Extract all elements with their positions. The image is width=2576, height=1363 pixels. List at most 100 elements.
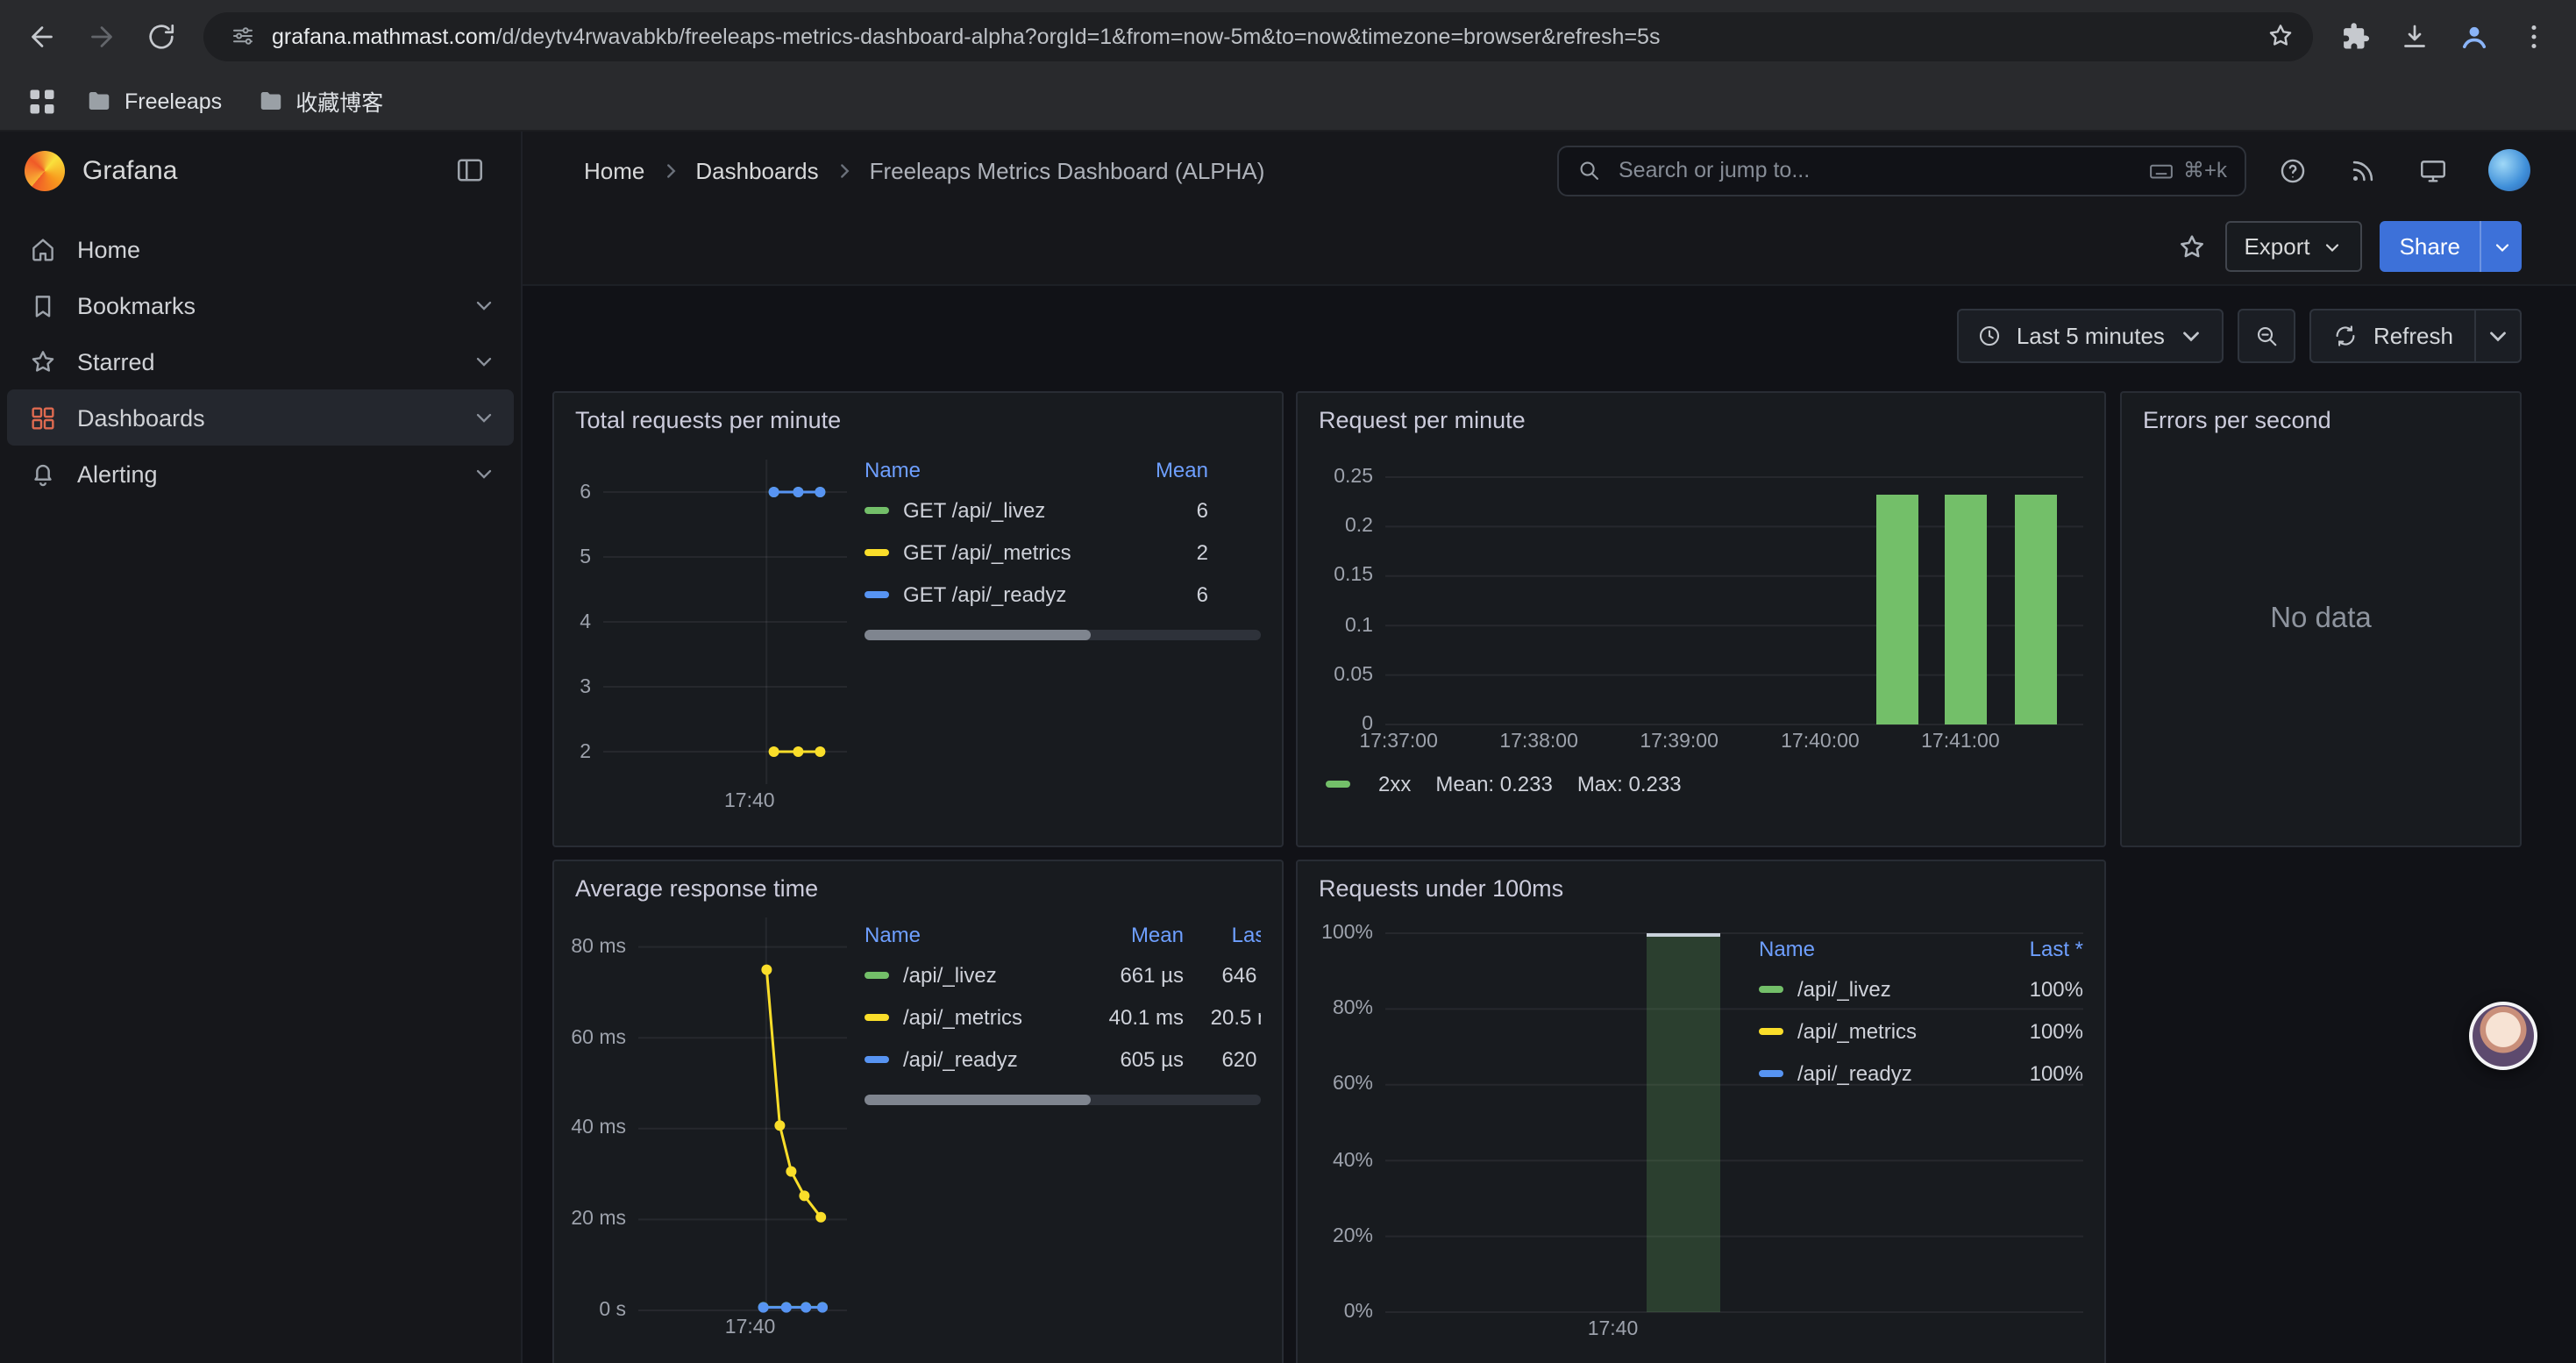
legend-header-name[interactable]: Name [865,458,1114,482]
reload-button[interactable] [133,8,189,64]
back-icon [26,20,58,52]
legend-row[interactable]: GET /api/_readyz 6 [865,574,1261,616]
search-icon [1576,158,1601,182]
legend-header-last[interactable]: Last * [1184,923,1261,947]
breadcrumb: Home Dashboards Freeleaps Metrics Dashbo… [584,157,1264,183]
dashboard-canvas: Last 5 minutes Refresh [523,286,2576,1363]
refresh-interval-button[interactable] [2476,309,2522,363]
legend-row[interactable]: /api/_livez 661 µs 646 µs [865,954,1261,996]
sidebar-item-label: Alerting [77,460,158,487]
chevron-down-icon [2323,236,2344,257]
series-last: 100% [1996,977,2083,1002]
sidebar-item-home[interactable]: Home [7,221,514,277]
panel-total-requests-per-minute: Total requests per minute 65432 17:40 Na… [552,391,1284,847]
legend-scrollbar[interactable] [865,630,1261,640]
bookmark-star-icon[interactable] [2266,21,2295,51]
panel-title[interactable]: Errors per second [2122,393,2520,433]
bar [1647,933,1720,1312]
legend-row[interactable]: /api/_metrics 40.1 ms 20.5 ms [865,996,1261,1038]
legend-row[interactable]: /api/_livez 100% [1759,968,2083,1010]
chevron-down-icon [472,349,496,374]
search-box[interactable]: ⌘+k [1557,145,2246,196]
refresh-group: Refresh [2310,309,2522,363]
series-name: /api/_metrics [903,1005,1071,1030]
y-axis-tick: 80 ms [571,937,626,958]
apps-grid-button[interactable] [18,76,67,125]
reload-icon [146,20,177,52]
url-bar[interactable]: grafana.mathmast.com/d/deytv4rwavabkb/fr… [203,11,2313,61]
help-button[interactable] [2278,155,2308,185]
y-axis-tick: 20 ms [571,1209,626,1230]
legend-row[interactable]: /api/_readyz 100% [1759,1053,2083,1095]
panel-title[interactable]: Total requests per minute [554,393,1282,433]
time-range-label: Last 5 minutes [2017,323,2165,349]
breadcrumb-home[interactable]: Home [584,157,644,183]
breadcrumb-dashboards[interactable]: Dashboards [695,157,818,183]
browser-menu-button[interactable] [2506,8,2562,64]
series-last: 100% [1996,1061,2083,1086]
panel-title[interactable]: Request per minute [1298,393,2104,433]
y-axis-tick: 0.25 [1334,467,1373,488]
legend-item[interactable]: 2xx [1326,772,1411,796]
scrollbar-thumb[interactable] [865,630,1091,640]
profile-button[interactable] [2446,8,2502,64]
star-icon [2175,231,2207,262]
forward-button[interactable] [74,8,130,64]
search-input[interactable] [1615,156,2134,184]
series-name: /api/_readyz [1797,1061,1996,1086]
back-button[interactable] [14,8,70,64]
scrollbar-thumb[interactable] [865,1095,1091,1105]
series-color-swatch [865,507,889,514]
floating-avatar-widget[interactable] [2469,1002,2537,1070]
grafana-logo-icon[interactable] [25,150,65,190]
time-range-picker[interactable]: Last 5 minutes [1957,309,2224,363]
downloads-button[interactable] [2387,8,2443,64]
favorite-dashboard-button[interactable] [2175,231,2207,262]
bookmark-folder-freeleaps[interactable]: Freeleaps [70,81,238,121]
bookmark-folder-blogs[interactable]: 收藏博客 [241,77,399,125]
legend-header-row: Name Last * [1759,930,2083,968]
share-menu-button[interactable] [2480,221,2522,272]
sidebar-item-bookmarks[interactable]: Bookmarks [7,277,514,333]
legend-scrollbar[interactable] [865,1095,1261,1105]
x-axis-tick: 17:40:00 [1781,731,1860,753]
site-settings-icon [230,23,256,49]
zoom-out-button[interactable] [2238,309,2296,363]
panel-legend: Name Mean GET /api/_livez 6 GET /api/_me… [865,451,1261,784]
panel-legend: 2xx Mean: 0.233 Max: 0.233 [1319,772,2083,796]
news-button[interactable] [2348,155,2378,185]
legend-row[interactable]: /api/_readyz 605 µs 620 µs [865,1038,1261,1081]
panel-legend: Name Mean Last * /api/_livez 661 µs 646 … [865,916,1261,1310]
legend-header-last[interactable]: Last * [1996,937,2083,961]
dock-sidebar-button[interactable] [454,154,486,186]
dashboards-grid-icon [28,403,58,432]
legend-row[interactable]: GET /api/_metrics 2 [865,532,1261,574]
sidebar-item-alerting[interactable]: Alerting [7,446,514,502]
legend-header-name[interactable]: Name [1759,937,1996,961]
legend-header-name[interactable]: Name [865,923,1071,947]
share-button[interactable]: Share [2380,221,2522,272]
export-label: Export [2244,233,2309,260]
bookmarks-bar: Freeleaps 收藏博客 [0,72,2576,132]
series-mean: 6 [1114,498,1208,523]
display-button[interactable] [2418,155,2448,185]
legend-row[interactable]: GET /api/_livez 6 [865,489,1261,532]
panel-title[interactable]: Requests under 100ms [1298,861,2104,902]
export-button[interactable]: Export [2224,221,2362,272]
sidebar-item-dashboards[interactable]: Dashboards [7,389,514,446]
refresh-button[interactable]: Refresh [2310,309,2476,363]
series-last: 20.5 ms [1184,1005,1261,1030]
legend-header-mean[interactable]: Mean [1114,458,1208,482]
legend-header-mean[interactable]: Mean [1071,923,1184,947]
extensions-button[interactable] [2327,8,2383,64]
legend-row[interactable]: /api/_metrics 100% [1759,1010,2083,1053]
chart-plot: 17:40 [603,460,847,784]
x-axis: 17:40 [1385,1312,2083,1340]
user-avatar[interactable] [2488,149,2530,191]
sidebar-item-starred[interactable]: Starred [7,333,514,389]
y-axis: 80 ms60 ms40 ms20 ms0 s [575,917,638,1310]
puzzle-icon [2339,20,2371,52]
search-shortcut: ⌘+k [2148,157,2227,183]
panel-title[interactable]: Average response time [554,861,1282,902]
x-axis-tick: 17:38:00 [1499,731,1578,753]
